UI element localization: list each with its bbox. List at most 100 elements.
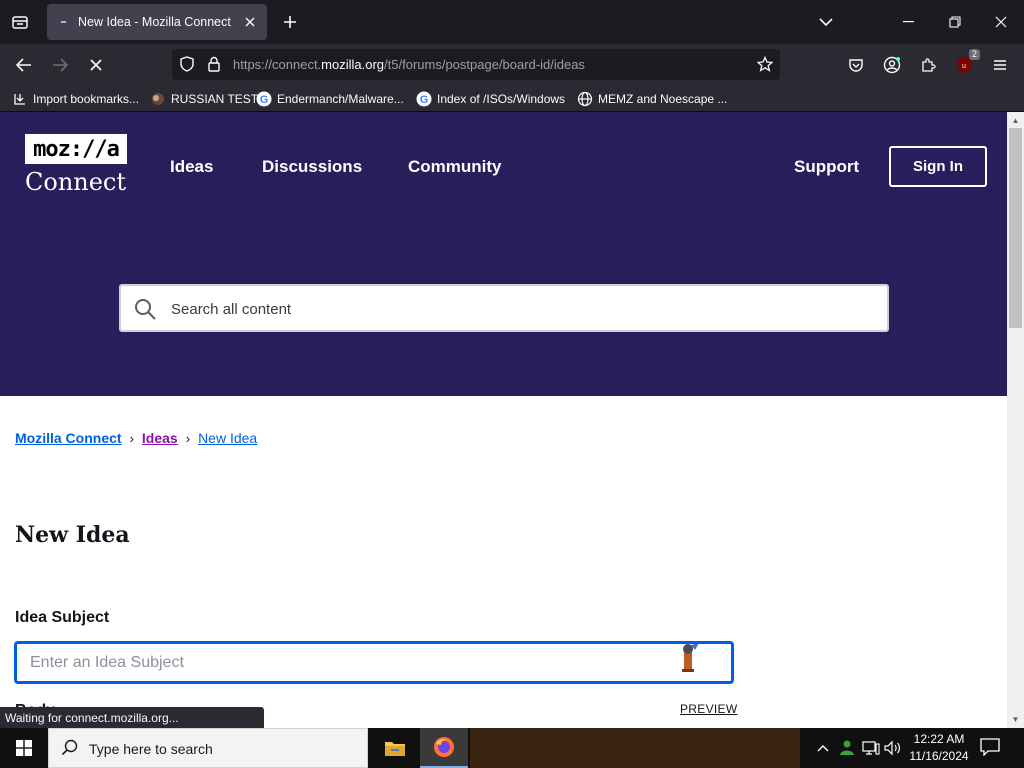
loading-indicator-icon: [61, 21, 66, 23]
account-icon: [883, 56, 901, 74]
bookmark-item[interactable]: RUSSIAN TEST: [150, 90, 258, 108]
status-bar: Waiting for connect.mozilla.org...: [0, 707, 264, 728]
scroll-up-icon[interactable]: ▲: [1011, 116, 1020, 125]
taskbar-wallpaper-area: [470, 728, 800, 768]
url-path: /t5/forums/postpage/board-id/ideas: [384, 57, 585, 72]
bookmark-label: Endermanch/Malware...: [277, 92, 404, 106]
app-menu-button[interactable]: [988, 53, 1012, 77]
folder-icon: [385, 742, 405, 756]
notification-center-button[interactable]: [980, 738, 1002, 758]
bookmark-item[interactable]: G Index of /ISOs/Windows: [416, 90, 565, 108]
import-icon: [12, 91, 28, 107]
star-icon: [757, 56, 773, 72]
network-icon: [862, 741, 880, 755]
bookmark-item[interactable]: Import bookmarks...: [12, 90, 139, 108]
file-explorer-taskbar-button[interactable]: [371, 728, 419, 768]
breadcrumb: Mozilla Connect › Ideas › New Idea: [15, 430, 257, 446]
google-icon: G: [256, 91, 272, 107]
restore-button[interactable]: [940, 8, 970, 36]
url-host: mozilla.org: [321, 57, 385, 72]
bookmarks-toolbar: Import bookmarks... RUSSIAN TEST G Ender…: [0, 86, 1024, 112]
breadcrumb-mozilla-connect[interactable]: Mozilla Connect: [15, 430, 122, 446]
clock-date: 11/16/2024: [909, 749, 969, 763]
ublock-button[interactable]: u 2: [952, 49, 980, 77]
close-icon: [995, 16, 1007, 28]
globe-icon: [577, 91, 593, 107]
nav-ideas-link[interactable]: Ideas: [170, 157, 213, 177]
bookmark-star-button[interactable]: [756, 55, 774, 73]
clock-time: 12:22 AM: [913, 732, 965, 746]
breadcrumb-new-idea[interactable]: New Idea: [198, 430, 257, 446]
bookmark-item[interactable]: G Endermanch/Malware...: [256, 90, 404, 108]
hamburger-menu-icon: [994, 60, 1006, 70]
bookmark-label: RUSSIAN TEST: [171, 92, 259, 106]
scrollbar-thumb[interactable]: [1009, 128, 1022, 328]
sign-in-button[interactable]: Sign In: [889, 146, 987, 187]
svg-text:G: G: [420, 94, 429, 106]
scroll-down-icon[interactable]: ▼: [1011, 715, 1020, 724]
chevron-right-icon: ›: [129, 430, 134, 446]
tab-list-button[interactable]: [6, 8, 34, 36]
new-tab-button[interactable]: [278, 10, 302, 34]
bookmark-label: MEMZ and Noescape ...: [598, 92, 728, 106]
people-icon: [840, 740, 854, 755]
show-hidden-icons-button[interactable]: [814, 739, 832, 757]
taskbar-search-box[interactable]: Type here to search: [48, 728, 368, 768]
idea-subject-placeholder: Enter an Idea Subject: [30, 654, 184, 671]
restore-icon: [949, 16, 961, 28]
puzzle-icon: [922, 58, 936, 72]
notification-icon: [980, 738, 1000, 757]
close-tab-button[interactable]: [241, 13, 259, 31]
volume-button[interactable]: [884, 739, 902, 757]
user-tray-button[interactable]: [838, 739, 856, 757]
page-scrollbar[interactable]: ▲ ▼: [1007, 112, 1024, 728]
breadcrumb-ideas[interactable]: Ideas: [142, 430, 178, 446]
taskbar-clock[interactable]: 12:22 AM 11/16/2024: [906, 731, 972, 765]
chevron-down-icon: [819, 18, 833, 27]
url-text[interactable]: https://connect.mozilla.org/t5/forums/po…: [233, 57, 585, 72]
taskbar-search-placeholder: Type here to search: [89, 741, 213, 757]
start-button[interactable]: [0, 728, 48, 768]
svg-text:G: G: [260, 94, 269, 106]
list-all-tabs-button[interactable]: [814, 10, 838, 34]
pocket-button[interactable]: [844, 53, 868, 77]
extensions-button[interactable]: [916, 53, 940, 77]
stop-button[interactable]: [82, 51, 110, 79]
tab-list-icon: [12, 16, 28, 29]
site-header: moz://a Connect Ideas Discussions Commun…: [0, 112, 1007, 396]
idea-subject-input[interactable]: Enter an Idea Subject: [14, 641, 734, 684]
preview-link[interactable]: PREVIEW: [680, 702, 737, 716]
minimize-button[interactable]: [894, 8, 924, 36]
network-button[interactable]: [862, 739, 880, 757]
browser-tab-active[interactable]: New Idea - Mozilla Connect: [47, 4, 267, 40]
search-placeholder: Search all content: [171, 301, 292, 318]
account-button[interactable]: [880, 53, 904, 77]
firefox-icon: [434, 737, 454, 757]
bookmark-item[interactable]: MEMZ and Noescape ...: [577, 90, 727, 108]
back-button[interactable]: [10, 51, 38, 79]
connect-logo-text[interactable]: Connect: [25, 168, 126, 196]
nav-support-link[interactable]: Support: [794, 157, 859, 177]
bookmark-label: Index of /ISOs/Windows: [437, 92, 566, 106]
plus-icon: [284, 16, 296, 28]
arrow-right-icon: [53, 58, 68, 72]
page-title: New Idea: [15, 522, 130, 548]
tracking-protection-icon[interactable]: [178, 55, 196, 73]
speaker-icon: [884, 740, 900, 756]
cursor-mascot-icon: [682, 643, 699, 672]
site-search-input[interactable]: Search all content: [119, 284, 889, 332]
address-bar[interactable]: https://connect.mozilla.org/t5/forums/po…: [172, 49, 780, 80]
nav-community-link[interactable]: Community: [408, 157, 502, 177]
windows-logo-icon: [16, 740, 32, 756]
nav-discussions-link[interactable]: Discussions: [262, 157, 362, 177]
windows-taskbar: Type here to search 12:22 AM 11/16/2024: [0, 728, 1024, 768]
browser-tab-bar: New Idea - Mozilla Connect: [0, 0, 1024, 44]
firefox-taskbar-button[interactable]: [420, 728, 468, 768]
close-window-button[interactable]: [986, 8, 1016, 36]
mozilla-logo[interactable]: moz://a: [25, 134, 127, 164]
search-icon: [135, 299, 156, 320]
forward-button[interactable]: [46, 51, 74, 79]
bookmark-label: Import bookmarks...: [33, 92, 140, 106]
site-info-button[interactable]: [205, 55, 223, 73]
pocket-icon: [849, 59, 863, 72]
